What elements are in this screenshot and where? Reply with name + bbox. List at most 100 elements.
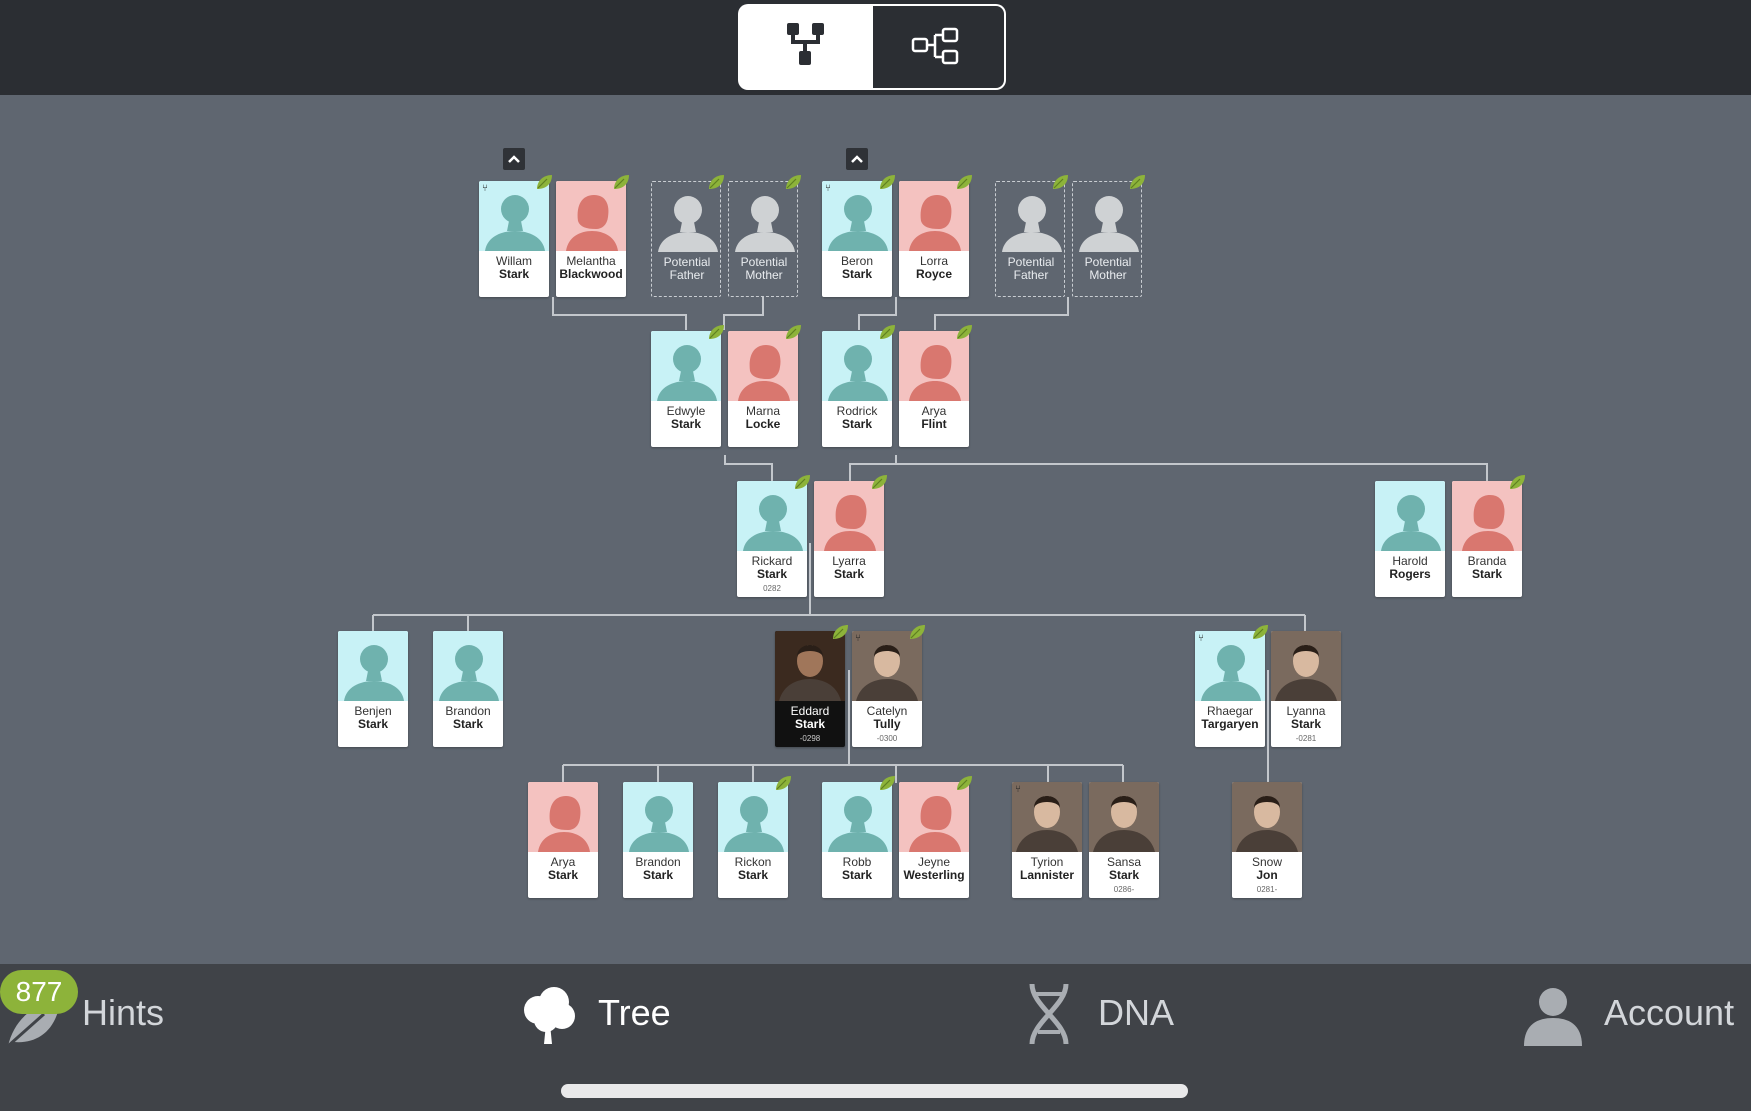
person-card[interactable]: Marna Locke xyxy=(728,331,798,447)
female-silhouette-icon xyxy=(738,345,790,401)
person-card[interactable]: Brandon Stark xyxy=(623,782,693,898)
person-dates: -0281 xyxy=(1295,734,1317,743)
tab-hints[interactable]: 877 Hints xyxy=(0,964,200,1064)
hint-leaf-button[interactable] xyxy=(908,623,926,641)
person-card[interactable]: Rickon Stark xyxy=(718,782,788,898)
person-avatar xyxy=(1073,182,1141,252)
hint-leaf-button[interactable] xyxy=(831,623,849,641)
chevron-up-icon xyxy=(851,155,863,163)
person-card[interactable]: Melantha Blackwood xyxy=(556,181,626,297)
person-avatar xyxy=(729,182,797,252)
person-card[interactable]: Edwyle Stark xyxy=(651,331,721,447)
person-dates: -0298 xyxy=(799,734,821,743)
hint-leaf-button[interactable] xyxy=(784,173,802,191)
hint-leaf-icon xyxy=(709,175,724,189)
profile-photo xyxy=(775,631,845,701)
hint-leaf-button[interactable] xyxy=(870,473,888,491)
hint-leaf-icon xyxy=(880,175,895,189)
horizontal-view-toggle[interactable] xyxy=(873,4,1006,90)
person-last-name: Stark xyxy=(1290,717,1322,731)
hint-leaf-button[interactable] xyxy=(612,173,630,191)
linked-tree-icon: ⑂ xyxy=(825,183,831,194)
collapse-ancestors-button[interactable] xyxy=(846,148,868,170)
male-silhouette-icon xyxy=(743,495,803,551)
hint-leaf-icon xyxy=(1253,625,1268,639)
hint-leaf-button[interactable] xyxy=(784,323,802,341)
hint-leaf-button[interactable] xyxy=(955,774,973,792)
hint-leaf-button[interactable] xyxy=(878,323,896,341)
person-card[interactable]: Lorra Royce xyxy=(899,181,969,297)
person-card[interactable]: Potential Father xyxy=(995,181,1065,297)
person-card[interactable]: Benjen Stark xyxy=(338,631,408,747)
person-card[interactable]: Eddard Stark -0298 xyxy=(775,631,845,747)
hint-leaf-button[interactable] xyxy=(793,473,811,491)
person-last-name: Rogers xyxy=(1389,567,1431,581)
person-card[interactable]: Brandon Stark xyxy=(433,631,503,747)
person-avatar xyxy=(822,181,892,251)
person-card[interactable]: Sansa Stark 0286- xyxy=(1089,782,1159,898)
person-card[interactable]: ⑂ Catelyn Tully -0300 xyxy=(852,631,922,747)
person-last-name: Father xyxy=(669,268,705,282)
person-avatar xyxy=(1089,782,1159,852)
person-card[interactable]: Rodrick Stark xyxy=(822,331,892,447)
person-card[interactable]: Potential Mother xyxy=(728,181,798,297)
person-last-name: Blackwood xyxy=(559,267,623,281)
person-card[interactable]: ⑂ Rhaegar Targaryen xyxy=(1195,631,1265,747)
collapse-ancestors-button[interactable] xyxy=(503,148,525,170)
hint-leaf-button[interactable] xyxy=(955,323,973,341)
top-toolbar xyxy=(0,0,1751,95)
person-card[interactable]: Harold Rogers xyxy=(1375,481,1445,597)
family-tree-canvas[interactable]: ⑂ Willam Stark Melantha Blackwood Potential Fa… xyxy=(0,95,1751,964)
person-last-name: Stark xyxy=(841,868,873,882)
person-avatar xyxy=(852,631,922,701)
male-silhouette-icon xyxy=(485,195,545,251)
hint-leaf-icon xyxy=(910,625,925,639)
female-silhouette-icon xyxy=(824,495,876,551)
person-last-name: Stark xyxy=(794,717,826,731)
person-avatar xyxy=(899,331,969,401)
person-card[interactable]: ⑂ Tyrion Lannister xyxy=(1012,782,1082,898)
person-card[interactable]: Robb Stark xyxy=(822,782,892,898)
hint-leaf-button[interactable] xyxy=(878,774,896,792)
person-card[interactable]: Snow Jon 0281- xyxy=(1232,782,1302,898)
hint-leaf-icon xyxy=(795,475,810,489)
person-card[interactable]: Arya Flint xyxy=(899,331,969,447)
tab-tree-label: Tree xyxy=(598,992,671,1033)
hint-leaf-button[interactable] xyxy=(878,173,896,191)
tab-dna[interactable]: DNA xyxy=(1022,964,1182,1064)
hint-leaf-button[interactable] xyxy=(1128,173,1146,191)
tab-account[interactable]: Account xyxy=(1522,964,1751,1064)
person-card[interactable]: ⑂ Beron Stark xyxy=(822,181,892,297)
person-card[interactable]: Potential Mother xyxy=(1072,181,1142,297)
female-silhouette-icon xyxy=(909,345,961,401)
person-card[interactable]: Jeyne Westerling xyxy=(899,782,969,898)
hint-leaf-icon xyxy=(786,325,801,339)
person-card[interactable]: Rickard Stark 0282 xyxy=(737,481,807,597)
hint-leaf-button[interactable] xyxy=(707,323,725,341)
home-indicator xyxy=(561,1084,1188,1098)
vertical-view-toggle[interactable] xyxy=(738,4,873,90)
person-avatar xyxy=(1195,631,1265,701)
hint-leaf-button[interactable] xyxy=(1508,473,1526,491)
hint-leaf-button[interactable] xyxy=(774,774,792,792)
person-card[interactable]: ⑂ Willam Stark xyxy=(479,181,549,297)
person-last-name: Stark xyxy=(547,868,579,882)
person-card[interactable]: Lyanna Stark -0281 xyxy=(1271,631,1341,747)
hint-leaf-button[interactable] xyxy=(535,173,553,191)
person-card[interactable]: Lyarra Stark xyxy=(814,481,884,597)
hint-leaf-button[interactable] xyxy=(707,173,725,191)
hint-leaf-button[interactable] xyxy=(1051,173,1069,191)
person-avatar xyxy=(899,181,969,251)
hint-leaf-button[interactable] xyxy=(1251,623,1269,641)
person-icon xyxy=(1524,988,1582,1046)
person-card[interactable]: Potential Father xyxy=(651,181,721,297)
person-avatar xyxy=(556,181,626,251)
linked-tree-icon: ⑂ xyxy=(482,183,488,194)
linked-tree-icon: ⑂ xyxy=(1198,633,1204,644)
female-silhouette-icon xyxy=(566,195,618,251)
hint-leaf-button[interactable] xyxy=(955,173,973,191)
person-card[interactable]: Branda Stark xyxy=(1452,481,1522,597)
male-silhouette-icon xyxy=(657,345,717,401)
person-card[interactable]: Arya Stark xyxy=(528,782,598,898)
tab-tree[interactable]: Tree xyxy=(518,964,688,1064)
